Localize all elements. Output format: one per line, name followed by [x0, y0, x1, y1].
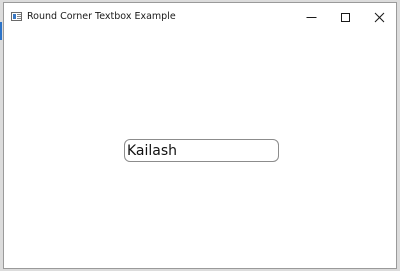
maximize-button[interactable] — [328, 3, 362, 31]
minimize-button[interactable] — [294, 3, 328, 31]
window-client-area — [4, 31, 396, 268]
close-button[interactable] — [362, 3, 396, 31]
desktop-edge — [0, 22, 2, 40]
app-window: Round Corner Textbox Example — [3, 2, 397, 269]
round-corner-textbox[interactable] — [124, 139, 279, 162]
maximize-icon — [341, 13, 350, 22]
close-icon — [374, 12, 385, 23]
app-window-icon[interactable] — [11, 12, 22, 21]
minimize-icon — [306, 17, 317, 18]
title-bar[interactable]: Round Corner Textbox Example — [4, 3, 396, 31]
window-title: Round Corner Textbox Example — [27, 11, 176, 22]
